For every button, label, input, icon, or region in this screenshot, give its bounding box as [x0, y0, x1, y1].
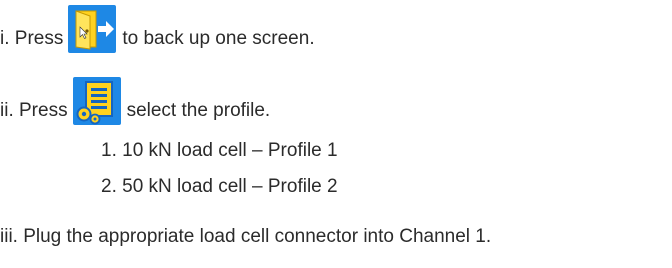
step-2-suffix: select the profile.: [126, 100, 271, 121]
profile-option-2-text: 2. 50 kN load cell – Profile 2: [101, 176, 338, 197]
exit-door-icon: [68, 5, 117, 53]
step-2: ii. Press select the profile.: [0, 77, 271, 135]
profile-settings-icon: [72, 77, 121, 125]
profile-option-1-text: 1. 10 kN load cell – Profile 1: [101, 140, 338, 161]
step-3-text: iii. Plug the appropriate load cell conn…: [0, 226, 492, 247]
step-1-prefix: i. Press: [0, 28, 64, 49]
profile-option-2: 2. 50 kN load cell – Profile 2: [101, 175, 338, 199]
step-1-suffix: to back up one screen.: [122, 28, 315, 49]
profile-option-1: 1. 10 kN load cell – Profile 1: [101, 139, 338, 163]
step-1: i. Press to back up one screen.: [0, 5, 315, 63]
step-2-prefix: ii. Press: [0, 100, 68, 121]
step-3: iii. Plug the appropriate load cell conn…: [0, 225, 491, 249]
